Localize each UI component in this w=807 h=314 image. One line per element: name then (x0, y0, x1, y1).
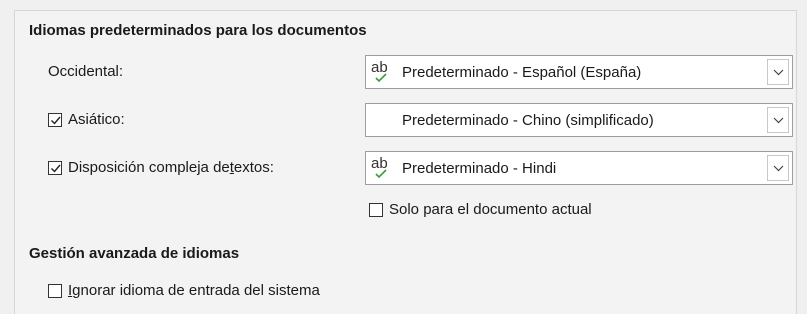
western-language-select[interactable]: ab Predeterminado - Español (España) (365, 55, 793, 89)
ctl-language-select[interactable]: ab Predeterminado - Hindi (365, 151, 793, 185)
ignore-input-language-checkbox[interactable] (48, 283, 62, 298)
asian-language-value: Predeterminado - Chino (simplificado) (402, 111, 654, 129)
ignore-label-rest: gnorar idioma de entrada del sistema (72, 282, 320, 299)
current-doc-only-checkbox[interactable] (369, 202, 383, 217)
ignore-input-language-row[interactable]: Ignorar idioma de entrada del sistema (48, 282, 320, 299)
ctl-dropdown-button[interactable] (767, 155, 789, 181)
asian-language-select[interactable]: Predeterminado - Chino (simplificado) (365, 103, 793, 137)
checkmark-icon (51, 116, 61, 125)
asian-checkbox[interactable] (48, 112, 62, 127)
ctl-checkbox-row[interactable]: Disposición compleja de t extos: (48, 159, 274, 176)
checkmark-icon (51, 164, 61, 173)
spellcheck-icon: ab (366, 56, 400, 88)
advanced-language-heading: Gestión avanzada de idiomas (29, 245, 240, 262)
ctl-language-value: Predeterminado - Hindi (402, 159, 557, 177)
current-doc-only-row[interactable]: Solo para el documento actual (369, 201, 592, 218)
asian-label: Asiático: (68, 111, 125, 128)
asian-dropdown-button[interactable] (767, 107, 789, 133)
ctl-label-post: extos: (233, 159, 274, 176)
chevron-down-icon (773, 69, 783, 75)
spellcheck-icon: ab (366, 152, 400, 184)
western-dropdown-button[interactable] (767, 59, 789, 85)
current-doc-only-label: Solo para el documento actual (389, 201, 592, 218)
western-label: Occidental: (48, 63, 124, 80)
default-languages-heading: Idiomas predeterminados para los documen… (29, 22, 367, 39)
ctl-label-pre: Disposición compleja de (68, 159, 230, 176)
asian-checkbox-row[interactable]: Asiático: (48, 111, 125, 128)
ctl-checkbox[interactable] (48, 160, 62, 175)
western-language-value: Predeterminado - Español (España) (402, 63, 642, 81)
chevron-down-icon (773, 165, 783, 171)
chevron-down-icon (773, 117, 783, 123)
